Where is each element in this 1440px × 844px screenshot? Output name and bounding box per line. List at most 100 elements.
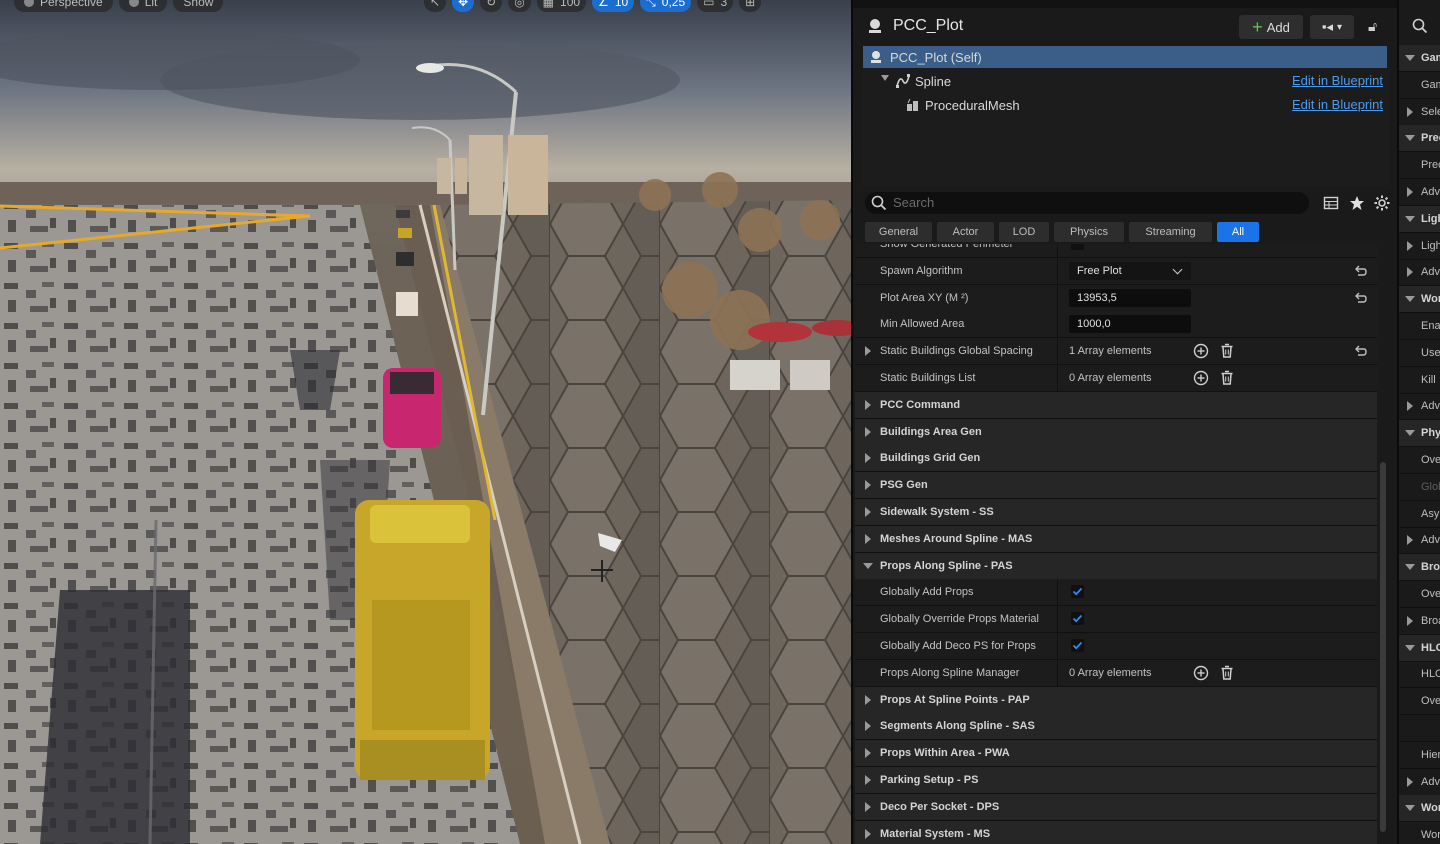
expand-arrow-icon[interactable]: [1407, 535, 1413, 546]
column-splitter[interactable]: [1057, 606, 1058, 633]
filter-tab-physics[interactable]: Physics: [1054, 222, 1124, 242]
edit-in-blueprint-link[interactable]: Edit in Blueprint: [1292, 73, 1383, 88]
property-row[interactable]: Adv: [1399, 179, 1440, 206]
checkbox[interactable]: [1071, 612, 1084, 626]
trash-icon[interactable]: [1219, 370, 1235, 386]
expand-arrow-icon[interactable]: [865, 775, 871, 785]
expand-arrow-icon[interactable]: [865, 801, 871, 812]
add-element-icon[interactable]: [1193, 665, 1209, 681]
category-row[interactable]: Phy: [1399, 420, 1440, 448]
expand-arrow-icon[interactable]: [1407, 776, 1413, 787]
expand-arrow-icon[interactable]: [1407, 240, 1413, 251]
category-row[interactable]: HLO: [1399, 634, 1440, 662]
numeric-input[interactable]: 1000,0: [1069, 315, 1191, 334]
lock-icon[interactable]: 🔓︎: [1368, 18, 1382, 34]
table-view-icon[interactable]: [1323, 195, 1339, 211]
category-row[interactable]: Parking Setup - PS: [855, 767, 1377, 794]
expand-arrow-icon[interactable]: [865, 748, 871, 759]
collapse-arrow-icon[interactable]: [1405, 296, 1415, 303]
property-row[interactable]: Ligh: [1399, 233, 1440, 260]
category-row[interactable]: Buildings Area Gen: [855, 418, 1377, 446]
category-row[interactable]: PCC Command: [855, 391, 1377, 419]
filter-tab-lod[interactable]: LOD: [999, 222, 1049, 242]
column-splitter[interactable]: [1057, 579, 1058, 606]
trash-icon[interactable]: [1219, 665, 1235, 681]
add-element-icon[interactable]: [1193, 370, 1209, 386]
category-row[interactable]: Props At Spline Points - PAP: [855, 686, 1377, 714]
expand-arrow-icon[interactable]: [865, 828, 871, 839]
search-icon[interactable]: [1412, 18, 1428, 34]
component-row-proceduralmesh[interactable]: ProceduralMesh Edit in Blueprint: [863, 94, 1387, 116]
camera-speed-button[interactable]: ▭ 3: [697, 0, 734, 12]
expand-arrow-icon[interactable]: [1407, 187, 1413, 197]
category-row[interactable]: Props Along Spline - PAS: [855, 552, 1377, 580]
filter-tab-general[interactable]: General: [865, 222, 932, 242]
expand-arrow-icon[interactable]: [865, 426, 871, 437]
property-row[interactable]: Adv: [1399, 259, 1440, 287]
spawn-algorithm-dropdown[interactable]: Free Plot: [1069, 261, 1191, 280]
numeric-input[interactable]: 13953,5: [1069, 288, 1191, 307]
expand-arrow-icon[interactable]: [881, 75, 889, 81]
expand-arrow-icon[interactable]: [1407, 267, 1413, 278]
expand-arrow-icon[interactable]: [1407, 106, 1413, 117]
category-row[interactable]: Gam: [1399, 45, 1440, 72]
category-row[interactable]: Material System - MS: [855, 820, 1377, 844]
details-search-input[interactable]: Search: [865, 192, 1309, 214]
column-splitter[interactable]: [1057, 257, 1058, 284]
category-row[interactable]: Broa: [1399, 554, 1440, 582]
collapse-arrow-icon[interactable]: [1405, 55, 1415, 61]
property-row[interactable]: Adv: [1399, 769, 1440, 796]
category-row[interactable]: Meshes Around Spline - MAS: [855, 525, 1377, 553]
expand-arrow-icon[interactable]: [865, 694, 871, 705]
property-row[interactable]: Broa: [1399, 608, 1440, 635]
category-row[interactable]: Deco Per Socket - DPS: [855, 793, 1377, 821]
expand-arrow-icon[interactable]: [1407, 615, 1413, 626]
globe-button[interactable]: ◎: [508, 0, 531, 12]
expand-arrow-icon[interactable]: [865, 399, 871, 410]
favorites-star-icon[interactable]: [1349, 195, 1365, 211]
checkbox[interactable]: [1071, 639, 1084, 652]
category-row[interactable]: Segments Along Spline - SAS: [855, 713, 1377, 741]
blueprint-options-button[interactable]: ▪◂ ▾: [1310, 15, 1354, 39]
perspective-button[interactable]: Perspective: [14, 0, 113, 12]
column-splitter[interactable]: [1057, 338, 1058, 365]
column-splitter[interactable]: [1057, 311, 1058, 338]
expand-arrow-icon[interactable]: [1407, 401, 1413, 412]
edit-in-blueprint-link[interactable]: Edit in Blueprint: [1292, 97, 1383, 112]
category-row[interactable]: Wor: [1399, 286, 1440, 314]
layout-button[interactable]: ⊞: [739, 0, 762, 12]
component-row-self[interactable]: PCC_Plot (Self): [863, 46, 1387, 68]
collapse-arrow-icon[interactable]: [1405, 644, 1415, 651]
category-row[interactable]: Sidewalk System - SS: [855, 499, 1377, 526]
checkbox[interactable]: [1071, 244, 1084, 250]
category-row[interactable]: Buildings Grid Gen: [855, 445, 1377, 473]
column-splitter[interactable]: [1057, 633, 1058, 659]
collapse-arrow-icon[interactable]: [1405, 135, 1415, 142]
select-mode-button[interactable]: ↖: [424, 0, 447, 12]
details-scrollbar[interactable]: [1380, 462, 1386, 832]
checkbox[interactable]: [1071, 585, 1084, 599]
reset-to-default-icon[interactable]: [1353, 344, 1367, 358]
add-element-icon[interactable]: [1193, 343, 1209, 359]
collapse-arrow-icon[interactable]: [1405, 430, 1415, 437]
filter-tab-streaming[interactable]: Streaming: [1129, 222, 1212, 242]
collapse-arrow-icon[interactable]: [863, 562, 873, 569]
category-row[interactable]: Ligh: [1399, 205, 1440, 233]
filter-tab-all[interactable]: All: [1217, 222, 1259, 242]
reset-to-default-icon[interactable]: [1353, 291, 1367, 305]
category-row[interactable]: Props Within Area - PWA: [855, 740, 1377, 768]
level-viewport[interactable]: Perspective Lit Show ↖ ✥ ↻ ◎ ▦ 100 ∠ 10 ⤡ 0…: [0, 0, 851, 844]
collapse-arrow-icon[interactable]: [1405, 805, 1415, 812]
settings-gear-icon[interactable]: [1374, 195, 1390, 211]
property-row[interactable]: Sele: [1399, 99, 1440, 126]
expand-arrow-icon[interactable]: [865, 721, 871, 732]
show-button[interactable]: Show: [173, 0, 224, 12]
collapse-arrow-icon[interactable]: [1405, 215, 1415, 222]
property-row[interactable]: Adv: [1399, 527, 1440, 555]
grid-snap-button[interactable]: ▦ 100: [536, 0, 587, 12]
expand-arrow-icon[interactable]: [865, 533, 871, 544]
component-row-spline[interactable]: Spline Edit in Blueprint: [863, 70, 1387, 92]
property-row[interactable]: Adv: [1399, 393, 1440, 421]
rotation-snap-button[interactable]: ∠ 10: [592, 0, 635, 12]
expand-arrow-icon[interactable]: [865, 507, 871, 517]
